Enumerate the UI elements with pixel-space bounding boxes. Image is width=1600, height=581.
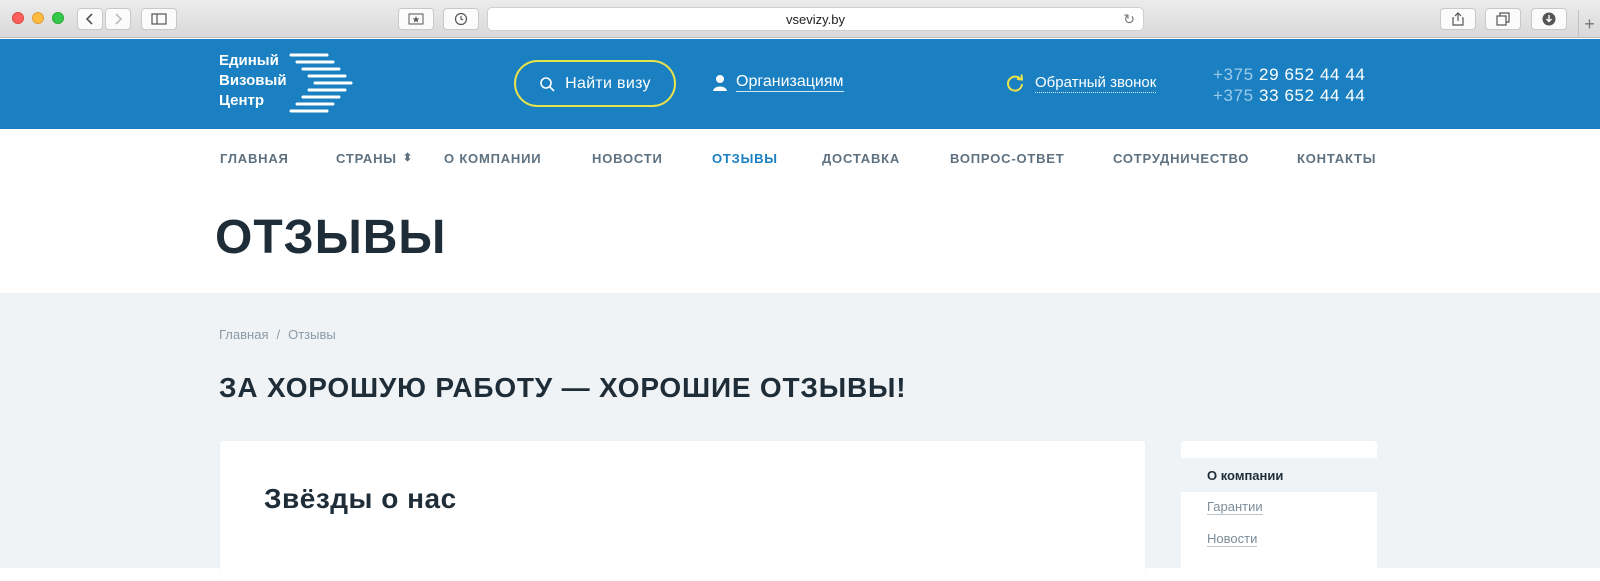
sidebar-item-guarantees[interactable]: Гарантии (1181, 490, 1377, 524)
new-tab-icon[interactable]: + (1578, 10, 1600, 38)
callback-link[interactable]: Обратный звонок (1005, 73, 1157, 93)
tabs-overview-button[interactable] (1485, 8, 1521, 30)
organizations-link[interactable]: Организациям (712, 73, 844, 92)
breadcrumb-separator: / (276, 327, 281, 342)
main-nav: ГЛАВНАЯ СТРАНЫ ⬍ О КОМПАНИИ НОВОСТИ ОТЗЫВ… (0, 129, 1600, 189)
phone-2[interactable]: +375 33 652 44 44 (1213, 85, 1366, 106)
logo-stripes-icon (289, 53, 353, 113)
section-heading: ЗА ХОРОШУЮ РАБОТУ — ХОРОШИЕ ОТЗЫВЫ! (219, 372, 907, 403)
breadcrumb-home[interactable]: Главная (219, 327, 268, 342)
nav-item-delivery[interactable]: ДОСТАВКА (822, 151, 900, 166)
sidebar-item-label: Гарантии (1207, 499, 1263, 515)
organizations-label: Организациям (736, 73, 844, 92)
sidebar-item-label: Новости (1207, 531, 1258, 547)
find-visa-label: Найти визу (565, 74, 651, 92)
downloads-button[interactable] (1531, 8, 1567, 30)
url-text: vsevizy.by (786, 11, 845, 27)
card-title: Звёзды о нас (264, 483, 457, 514)
close-window-button[interactable] (12, 12, 24, 24)
share-icon (1452, 12, 1464, 26)
nav-item-countries[interactable]: СТРАНЫ ⬍ (336, 151, 413, 166)
nav-item-contacts[interactable]: КОНТАКТЫ (1297, 151, 1376, 166)
address-bar[interactable]: vsevizy.by ↻ (487, 7, 1144, 31)
download-icon (1542, 12, 1556, 26)
forward-button[interactable] (105, 8, 131, 30)
site-logo[interactable]: Единый Визовый Центр (219, 51, 354, 117)
nav-item-reviews[interactable]: ОТЗЫВЫ (712, 151, 778, 166)
callback-label: Обратный звонок (1035, 73, 1157, 93)
back-button[interactable] (77, 8, 103, 30)
nav-item-home[interactable]: ГЛАВНАЯ (220, 151, 289, 166)
sidebar-item-label: О компании (1207, 467, 1284, 483)
zoom-window-button[interactable] (52, 12, 64, 24)
logo-text: Единый Визовый Центр (219, 51, 287, 111)
phone-1[interactable]: +375 29 652 44 44 (1213, 64, 1366, 85)
history-icon (454, 12, 468, 26)
sort-arrows-icon: ⬍ (402, 152, 413, 164)
refresh-icon (1007, 74, 1024, 92)
person-icon (713, 75, 727, 91)
search-icon (540, 76, 555, 92)
browser-toolbar: vsevizy.by ↻ + (0, 0, 1600, 38)
nav-item-faq[interactable]: ВОПРОС-ОТВЕТ (950, 151, 1065, 166)
sidebar-toggle-button[interactable] (141, 8, 177, 30)
sidebar-item-about[interactable]: О компании (1181, 458, 1377, 492)
share-button[interactable] (1440, 8, 1476, 30)
back-icon (85, 13, 93, 25)
nav-item-cooperation[interactable]: СОТРУДНИЧЕСТВО (1113, 151, 1249, 166)
forward-icon (115, 13, 123, 25)
logo-line-1: Единый (219, 52, 279, 69)
sidebar-menu: О компании Гарантии Новости (1181, 441, 1377, 581)
sidebar-item-news[interactable]: Новости (1181, 522, 1377, 556)
logo-line-3: Центр (219, 92, 265, 109)
phone-2-number: 33 652 44 44 (1259, 86, 1366, 105)
logo-line-2: Визовый (219, 72, 287, 89)
reload-icon[interactable]: ↻ (1123, 11, 1135, 28)
breadcrumb: Главная / Отзывы (219, 327, 336, 342)
bookmarks-button[interactable] (398, 8, 434, 30)
find-visa-button[interactable]: Найти визу (514, 60, 676, 107)
phone-2-code: +375 (1213, 86, 1254, 105)
history-button[interactable] (443, 8, 479, 30)
nav-item-about[interactable]: О КОМПАНИИ (444, 151, 541, 166)
nav-item-countries-label: СТРАНЫ (336, 151, 397, 166)
sidebar-icon (151, 13, 167, 25)
nav-item-news[interactable]: НОВОСТИ (592, 151, 663, 166)
breadcrumb-current: Отзывы (288, 327, 336, 342)
phone-1-code: +375 (1213, 65, 1254, 84)
page-title: ОТЗЫВЫ (215, 211, 447, 264)
content-area: Главная / Отзывы ЗА ХОРОШУЮ РАБОТУ — ХОРОШ… (0, 293, 1600, 581)
reviews-card: Звёзды о нас (220, 441, 1145, 581)
bookmark-icon (408, 13, 424, 25)
minimize-window-button[interactable] (32, 12, 44, 24)
phone-numbers: +375 29 652 44 44 +375 33 652 44 44 (1213, 64, 1366, 106)
site-header: Единый Визовый Центр Найти визу Организа… (0, 39, 1600, 129)
tabs-icon (1496, 12, 1510, 26)
phone-1-number: 29 652 44 44 (1259, 65, 1366, 84)
